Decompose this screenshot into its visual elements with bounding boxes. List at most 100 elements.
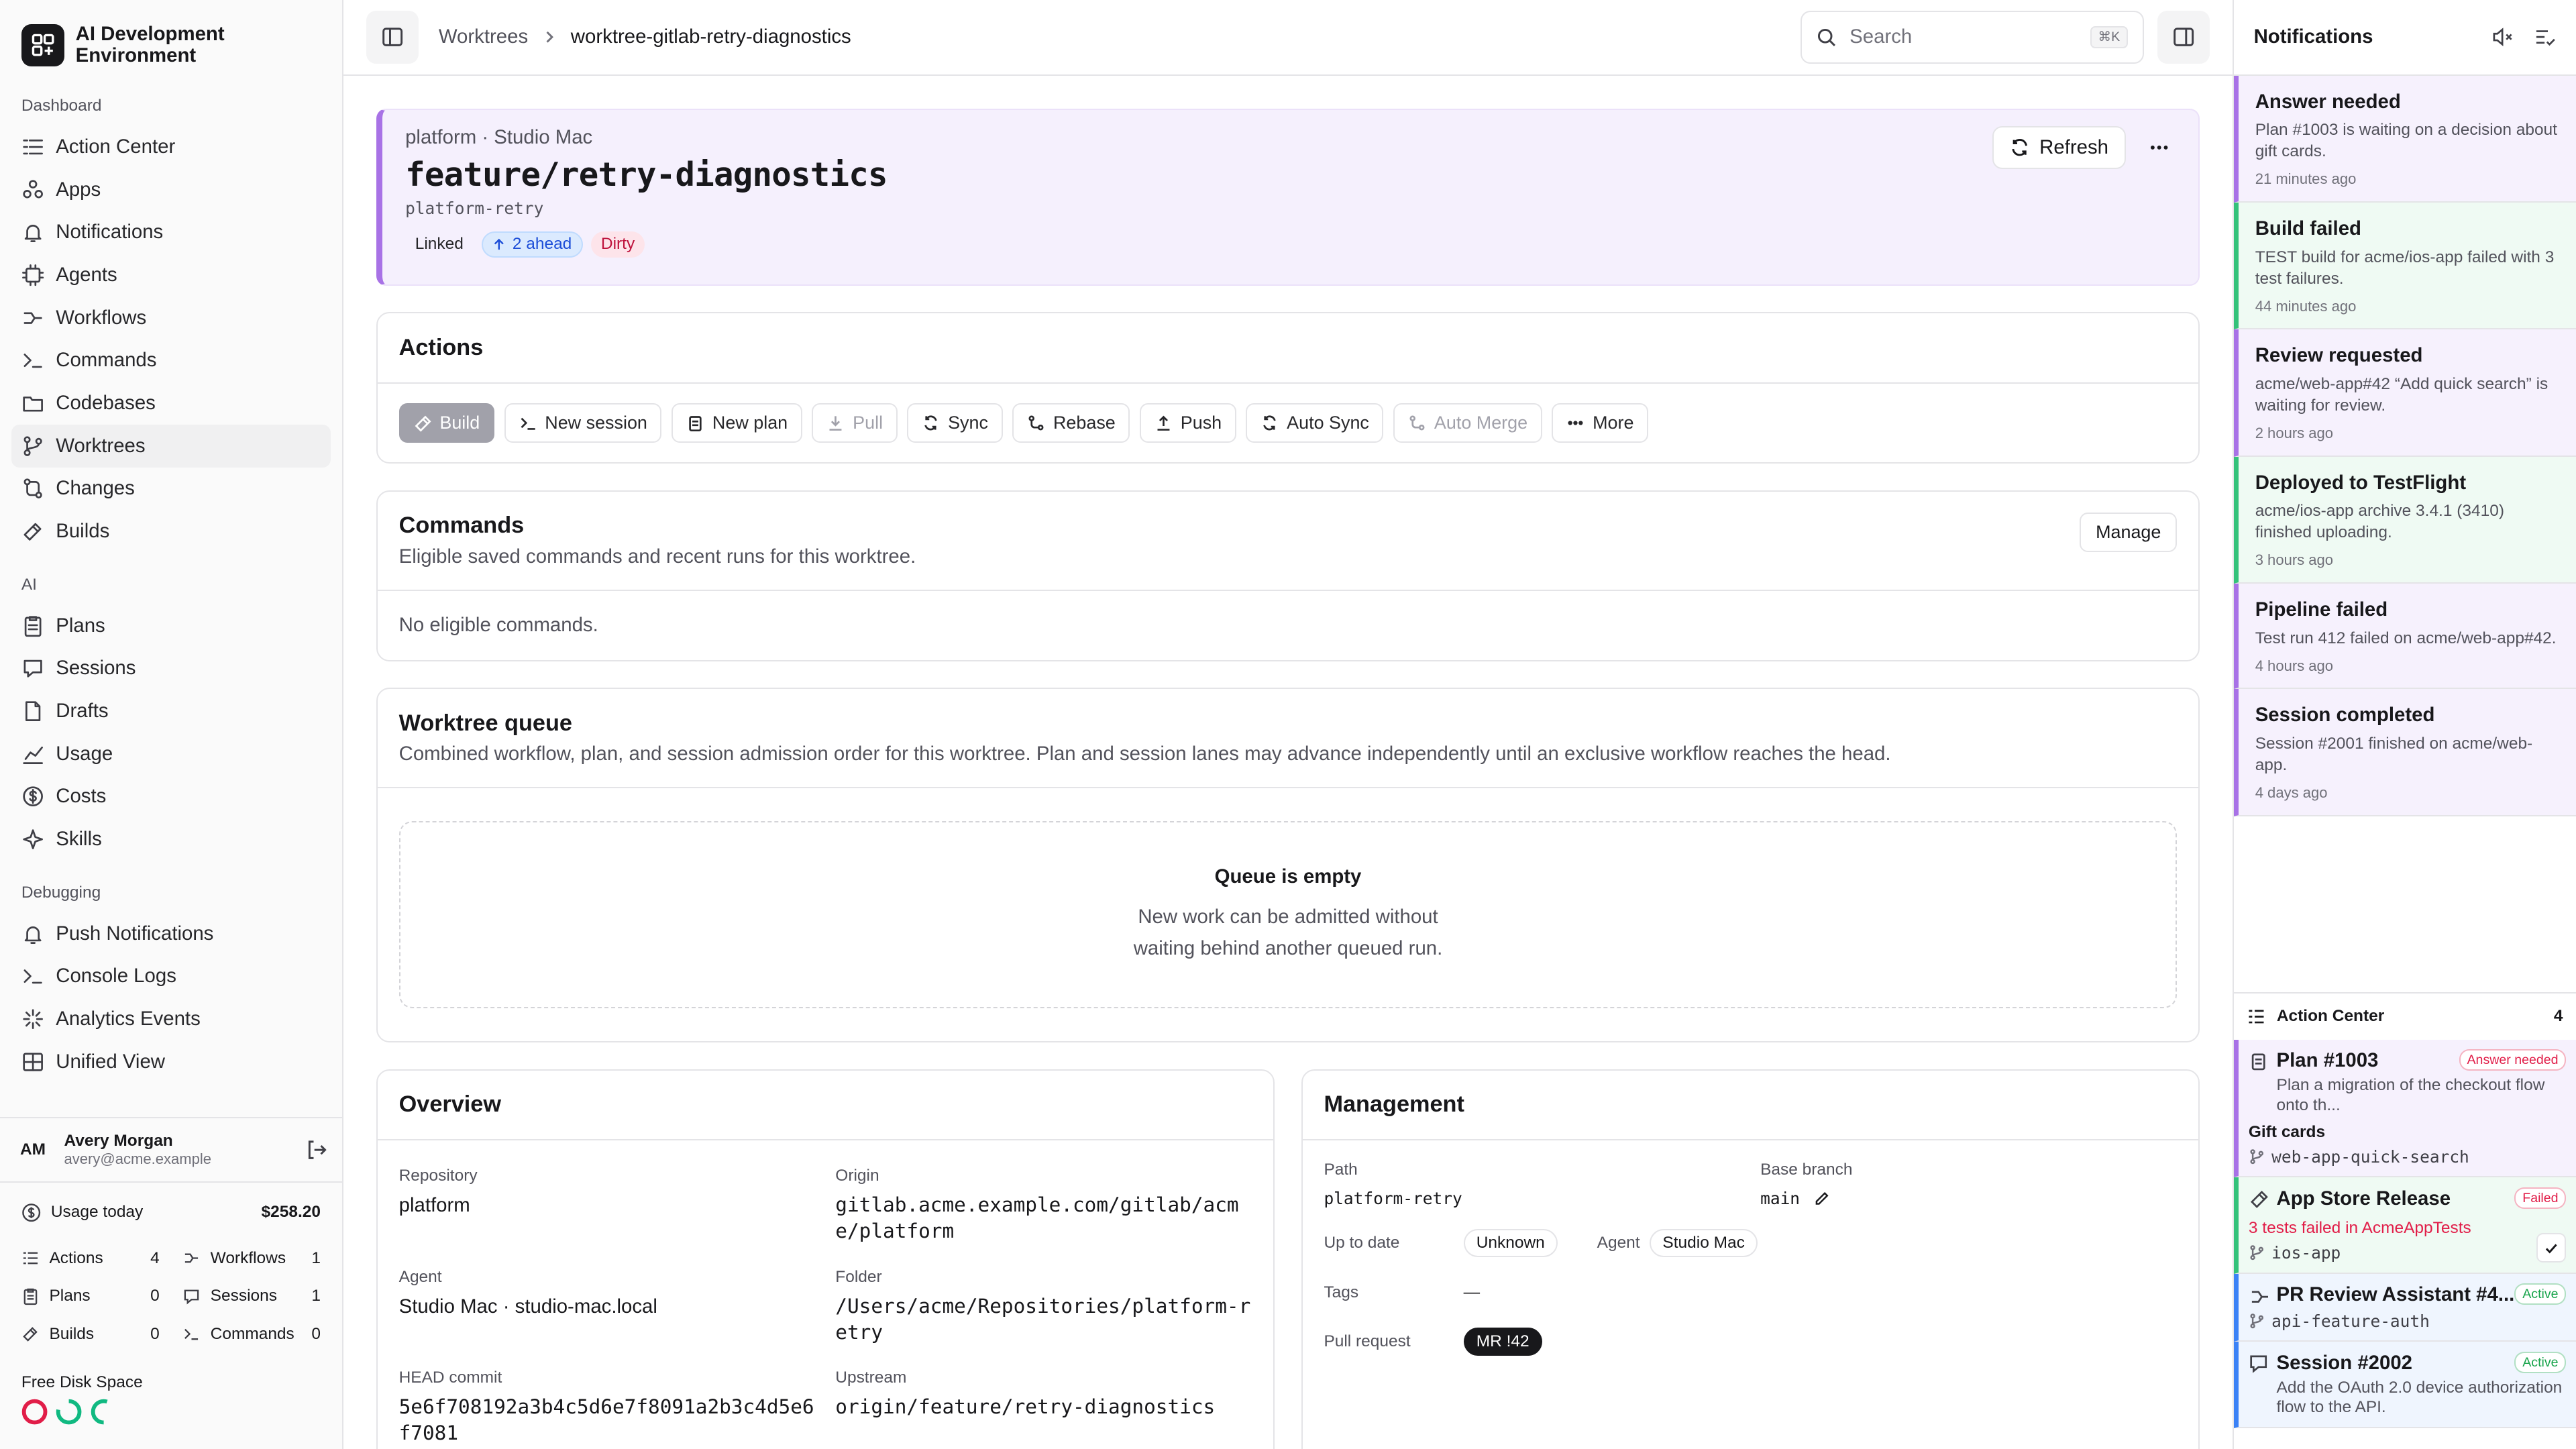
arrow-up-icon bbox=[492, 238, 506, 252]
sidebar-item-agents[interactable]: Agents bbox=[11, 254, 331, 297]
sidebar-item-plans[interactable]: Plans bbox=[11, 604, 331, 647]
action-center-item[interactable]: Session #2002 Active Add the OAuth 2.0 dev… bbox=[2234, 1342, 2576, 1429]
actions-title: Actions bbox=[398, 335, 484, 361]
edit-pencil-icon[interactable] bbox=[1813, 1191, 1829, 1207]
toggle-sidebar-button[interactable] bbox=[366, 11, 419, 64]
status-badge: Active bbox=[2514, 1352, 2567, 1373]
stat-count: 0 bbox=[150, 1324, 160, 1343]
sidebar-item-label: Push Notifications bbox=[56, 922, 214, 945]
mark-all-read-icon[interactable] bbox=[2533, 25, 2556, 48]
rebase-button[interactable]: Rebase bbox=[1012, 403, 1130, 443]
sidebar-item-console-logs[interactable]: Console Logs bbox=[11, 955, 331, 998]
notification-item[interactable]: Deployed to TestFlight acme/ios-app archi… bbox=[2234, 456, 2576, 584]
field-head-commit: HEAD commit 5e6f708192a3b4c5d6e7f8091a2b3… bbox=[399, 1368, 816, 1446]
notification-item[interactable]: Review requested acme/web-app#42 “Add qui… bbox=[2234, 329, 2576, 457]
sidebar-item-skills[interactable]: Skills bbox=[11, 818, 331, 861]
build-button[interactable]: Build bbox=[398, 403, 494, 443]
button-label: New plan bbox=[712, 413, 788, 433]
disk-gauge-icon bbox=[56, 1399, 82, 1425]
up-to-date-label: Up to date bbox=[1324, 1234, 1400, 1252]
usage-today: Usage today $258.20 bbox=[21, 1199, 321, 1226]
sidebar-item-action-center[interactable]: Action Center bbox=[11, 125, 331, 168]
sidebar-item-notifications[interactable]: Notifications bbox=[11, 211, 331, 254]
auto-sync-button[interactable]: Auto Sync bbox=[1246, 403, 1384, 443]
field-label: HEAD commit bbox=[398, 1368, 502, 1387]
more-icon bbox=[1566, 414, 1585, 432]
breadcrumb-worktrees[interactable]: Worktrees bbox=[439, 25, 528, 48]
action-center-item[interactable]: Plan #1003 Answer needed Plan a migration … bbox=[2234, 1039, 2576, 1178]
manage-button[interactable]: Manage bbox=[2080, 513, 2178, 553]
sidebar-item-costs[interactable]: Costs bbox=[11, 775, 331, 818]
sidebar-item-push-notifications[interactable]: Push Notifications bbox=[11, 912, 331, 955]
stat-label: Builds bbox=[49, 1324, 95, 1343]
sidebar-item-drafts[interactable]: Drafts bbox=[11, 690, 331, 733]
dollar-icon bbox=[21, 1203, 41, 1222]
build-icon bbox=[413, 414, 431, 432]
new-plan-button[interactable]: New plan bbox=[672, 403, 802, 443]
sidebar-item-workflows[interactable]: Workflows bbox=[11, 297, 331, 339]
sidebar-item-commands[interactable]: Commands bbox=[11, 339, 331, 382]
usage-icon bbox=[21, 743, 44, 765]
field-repository: Repository platform bbox=[399, 1167, 816, 1244]
sidebar-item-analytics-events[interactable]: Analytics Events bbox=[11, 998, 331, 1040]
notification-item[interactable]: Answer needed Plan #1003 is waiting on a … bbox=[2234, 75, 2576, 203]
sidebar-item-codebases[interactable]: Codebases bbox=[11, 382, 331, 425]
item-type-icon bbox=[2249, 1285, 2269, 1305]
push-button[interactable]: Push bbox=[1140, 403, 1236, 443]
item-type-icon bbox=[2249, 1051, 2268, 1071]
pull-button: Pull bbox=[812, 403, 898, 443]
pull-request-pill[interactable]: MR !42 bbox=[1463, 1328, 1542, 1356]
sidebar-item-label: Costs bbox=[56, 785, 107, 808]
user-panel[interactable]: AM Avery Morgan avery@acme.example bbox=[0, 1117, 342, 1183]
sidebar-item-label: Usage bbox=[56, 742, 113, 765]
sidebar-item-usage[interactable]: Usage bbox=[11, 733, 331, 775]
sidebar-item-apps[interactable]: Apps bbox=[11, 168, 331, 211]
notification-desc: acme/ios-app archive 3.4.1 (3410) finish… bbox=[2255, 502, 2504, 542]
more-options-icon[interactable] bbox=[2143, 131, 2176, 164]
stat-builds: Builds 0 bbox=[21, 1321, 160, 1347]
notification-item[interactable]: Session completed Session #2001 finished … bbox=[2234, 689, 2576, 816]
section-title-ai: AI bbox=[21, 576, 37, 594]
notification-desc: Plan #1003 is waiting on a decision abou… bbox=[2255, 121, 2557, 161]
mute-icon[interactable] bbox=[2491, 25, 2514, 48]
item-title: Plan #1003 bbox=[2276, 1049, 2379, 1072]
sidebar-item-label: Unified View bbox=[56, 1050, 165, 1073]
notification-time: 2 hours ago bbox=[2255, 425, 2334, 441]
sidebar-item-sessions[interactable]: Sessions bbox=[11, 647, 331, 690]
new-session-button[interactable]: New session bbox=[504, 403, 662, 443]
sync-button[interactable]: Sync bbox=[907, 403, 1003, 443]
sidebar-item-worktrees[interactable]: Worktrees bbox=[11, 424, 331, 468]
notification-item[interactable]: Build failed TEST build for acme/ios-app … bbox=[2234, 202, 2576, 330]
notification-item[interactable]: Pipeline failed Test run 412 failed on ac… bbox=[2234, 583, 2576, 690]
more-button[interactable]: More bbox=[1552, 403, 1649, 443]
toggle-panel-button[interactable] bbox=[2157, 11, 2210, 64]
action-center-item[interactable]: PR Review Assistant #4... Active api-featu… bbox=[2234, 1273, 2576, 1342]
plans-icon bbox=[21, 614, 44, 637]
notification-title: Pipeline failed bbox=[2255, 598, 2388, 621]
sidebar-item-label: Sessions bbox=[56, 657, 136, 680]
check-icon[interactable] bbox=[2536, 1232, 2567, 1263]
field-value: 5e6f708192a3b4c5d6e7f8091a2b3c4d5e6f7081 bbox=[398, 1395, 814, 1445]
stat-sessions: Sessions 1 bbox=[182, 1283, 321, 1309]
sidebar-item-unified-view[interactable]: Unified View bbox=[11, 1040, 331, 1083]
linked-badge: Linked bbox=[415, 235, 464, 254]
plans-icon bbox=[21, 1287, 40, 1305]
rebase-icon bbox=[1027, 414, 1045, 432]
notifications-icon bbox=[21, 221, 44, 244]
action-center-header: Action Center 4 bbox=[2234, 994, 2576, 1040]
analytics-events-icon bbox=[21, 1008, 44, 1030]
item-desc: Plan a migration of the checkout flow on… bbox=[2276, 1076, 2545, 1114]
field-label: Upstream bbox=[835, 1368, 907, 1387]
notifications-title: Notifications bbox=[2253, 25, 2373, 48]
refresh-button[interactable]: Refresh bbox=[1992, 126, 2127, 169]
notifications-header: Notifications bbox=[2234, 0, 2576, 76]
sidebar-item-changes[interactable]: Changes bbox=[11, 468, 331, 511]
notification-time: 4 days ago bbox=[2255, 784, 2328, 802]
sidebar-item-builds[interactable]: Builds bbox=[11, 510, 331, 553]
search-input[interactable]: Search ⌘K bbox=[1801, 11, 2144, 64]
action-center-item[interactable]: App Store Release Failed 3 tests failed in… bbox=[2234, 1177, 2576, 1274]
stat-label: Plans bbox=[49, 1287, 91, 1305]
logout-icon[interactable] bbox=[305, 1138, 327, 1161]
field-label: Origin bbox=[835, 1167, 879, 1185]
refresh-label: Refresh bbox=[2039, 136, 2108, 158]
